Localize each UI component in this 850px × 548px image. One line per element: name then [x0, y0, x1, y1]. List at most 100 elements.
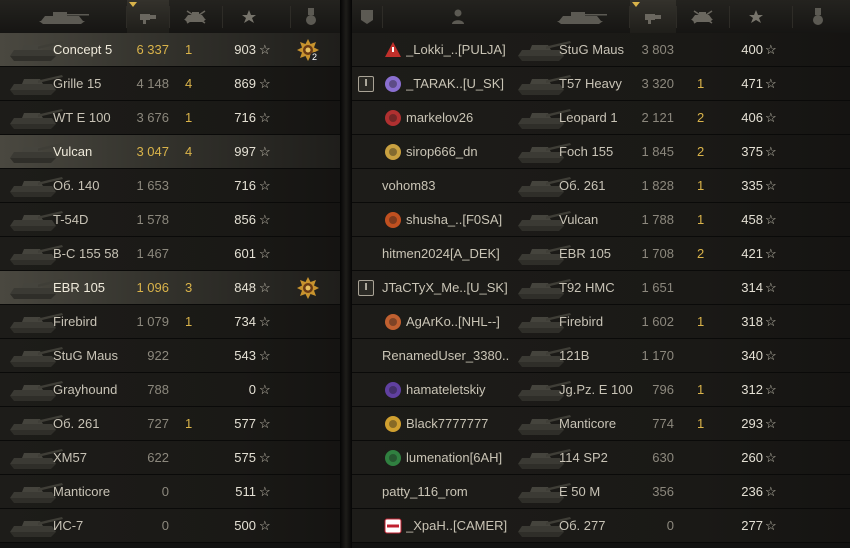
xp-star-icon: ☆ [765, 314, 777, 329]
table-row[interactable]: RenamedUser_3380.. 121B 1 170 340 ☆ [352, 339, 850, 373]
xp-value: 471 [741, 76, 763, 91]
xp-star-icon: ☆ [765, 110, 777, 125]
xp-value: 543 [234, 348, 256, 363]
player-name[interactable]: patty_116_rom [382, 475, 532, 509]
table-row[interactable]: Black7777777 Manticore 774 1 293 ☆ [352, 407, 850, 441]
table-row[interactable]: sirop666_dn Foch 155 1 845 2 375 ☆ [352, 135, 850, 169]
tank-name: Foch 155 [559, 144, 614, 159]
xp-star-icon: ☆ [765, 280, 777, 295]
tank-name: B-C 155 58 [53, 246, 119, 261]
table-row[interactable]: markelov26 Leopard 12 121 2 406 ☆ [352, 101, 850, 135]
xp-value: 716 [234, 110, 256, 125]
table-row[interactable]: I _TARAK..[U_SK] T57 Heavy 3 320 1 471 ☆ [352, 67, 850, 101]
clan-emblem-icon [385, 76, 401, 92]
table-row[interactable]: Manticore 0 511 ☆ [0, 475, 340, 509]
platoon-badge: I [358, 76, 374, 92]
table-row[interactable]: hamateletskiy Jg.Pz. E 100 796 1 312 ☆ [352, 373, 850, 407]
damage-column-header[interactable] [127, 0, 169, 33]
damage-value: 1 079 [136, 314, 169, 329]
kills-column-header-right[interactable] [677, 0, 729, 33]
damage-value: 0 [161, 484, 169, 499]
player-name[interactable]: RenamedUser_3380.. [382, 339, 532, 373]
table-row[interactable]: XM57 622 575 ☆ [0, 441, 340, 475]
xp-value: 375 [741, 144, 763, 159]
tank-name: T92 HMC [559, 280, 615, 295]
medal-column-icon [813, 7, 823, 25]
table-row[interactable]: _Lokki_..[PULJA] StuG Maus 3 803 400 ☆ [352, 33, 850, 67]
kills-value: 4 [185, 144, 193, 159]
table-row[interactable]: vohom83 Об. 261 1 828 1 335 ☆ [352, 169, 850, 203]
kills-column-header[interactable] [170, 0, 222, 33]
damage-column-header-right[interactable] [630, 0, 676, 33]
table-row[interactable]: ИС-7 0 500 ☆ [0, 509, 340, 543]
tank-name: StuG Maus [559, 42, 625, 57]
damage-value: 0 [161, 518, 169, 533]
player-name[interactable]: JTaCTyX_Me..[U_SK] [382, 271, 532, 305]
kills-value: 1 [185, 416, 193, 431]
damage-value: 630 [652, 450, 674, 465]
table-row[interactable]: WT E 100 3 676 1 716 ☆ [0, 101, 340, 135]
table-row[interactable]: Concept 5 6 337 1 903 ☆ 2 [0, 33, 340, 67]
tank-column-icon [557, 11, 607, 24]
table-row[interactable]: Grille 15 4 148 4 869 ☆ [0, 67, 340, 101]
damage-value: 1 828 [641, 178, 674, 193]
kills-value: 2 [697, 144, 705, 159]
tank-name: 121B [559, 348, 590, 363]
right-team-header [352, 0, 850, 34]
clan-emblem-icon [385, 212, 401, 228]
platoon-column-header[interactable] [352, 0, 382, 33]
tank-column-header[interactable] [0, 0, 126, 33]
xp-star-icon: ☆ [765, 42, 777, 57]
player-column-header[interactable] [383, 0, 533, 33]
table-row[interactable]: hitmen2024[A_DEK] EBR 105 1 708 2 421 ☆ [352, 237, 850, 271]
xp-star-icon: ☆ [259, 348, 271, 363]
clan-emblem-icon [384, 518, 402, 534]
xp-value: 903 [234, 42, 256, 57]
xp-star-icon [242, 9, 256, 23]
player-name[interactable]: vohom83 [382, 169, 532, 203]
table-row[interactable]: Об. 261 727 1 577 ☆ [0, 407, 340, 441]
tank-name: Vulcan [53, 144, 93, 159]
xp-star-icon: ☆ [259, 76, 271, 91]
table-row[interactable]: StuG Maus 922 543 ☆ [0, 339, 340, 373]
achievement-medal-icon[interactable] [296, 276, 320, 300]
xp-star-icon: ☆ [259, 212, 271, 227]
medal-column-header[interactable] [291, 0, 331, 33]
table-row[interactable]: AgArKo..[NHL--] Firebird 1 602 1 318 ☆ [352, 305, 850, 339]
xp-star-icon: ☆ [259, 280, 271, 295]
kills-value: 2 [697, 246, 705, 261]
xp-column-header[interactable] [223, 0, 275, 33]
medal-count-badge: 2 [310, 52, 320, 62]
table-row[interactable]: lumenation[6AH] 114 SP2 630 260 ☆ [352, 441, 850, 475]
table-row[interactable]: T-54D 1 578 856 ☆ [0, 203, 340, 237]
xp-value: 500 [234, 518, 256, 533]
tank-name: Firebird [559, 314, 604, 329]
xp-value: 400 [741, 42, 763, 57]
table-row[interactable]: shusha_..[F0SA] Vulcan 1 788 1 458 ☆ [352, 203, 850, 237]
xp-column-header-right[interactable] [730, 0, 782, 33]
kills-value: 4 [185, 76, 193, 91]
table-row[interactable]: Firebird 1 079 1 734 ☆ [0, 305, 340, 339]
left-team-panel: Concept 56 337 1 903 ☆ 2 Grille 15 4 148 4 869 ☆ W… [0, 0, 340, 548]
tank-column-header-right[interactable] [533, 0, 629, 33]
table-row[interactable]: Об. 140 1 653 716 ☆ [0, 169, 340, 203]
tank-name: Vulcan [559, 212, 599, 227]
sort-arrow-icon [129, 2, 137, 7]
table-row[interactable]: Vulcan 3 047 4 997 ☆ [0, 135, 340, 169]
table-row[interactable]: I JTaCTyX_Me..[U_SK] T92 HMC 1 651 314 ☆ [352, 271, 850, 305]
table-row[interactable]: _XpaH..[CAMER] Об. 277 0 277 ☆ [352, 509, 850, 543]
table-row[interactable]: B-C 155 58 1 467 601 ☆ [0, 237, 340, 271]
table-row[interactable]: EBR 105 1 096 3 848 ☆ [0, 271, 340, 305]
player-name[interactable]: hitmen2024[A_DEK] [382, 237, 532, 271]
xp-star-icon: ☆ [259, 246, 271, 261]
table-row[interactable]: patty_116_rom E 50 M 356 236 ☆ [352, 475, 850, 509]
xp-value: 335 [741, 178, 763, 193]
medal-column-header-right[interactable] [793, 0, 843, 33]
table-row[interactable]: Grayhound 788 0 ☆ [0, 373, 340, 407]
platoon-badge: I [358, 280, 374, 296]
clan-emblem-icon [385, 450, 401, 466]
damage-value: 3 803 [641, 42, 674, 57]
xp-star-icon: ☆ [259, 382, 271, 397]
damage-value: 788 [147, 382, 169, 397]
tank-name: XM57 [53, 450, 87, 465]
